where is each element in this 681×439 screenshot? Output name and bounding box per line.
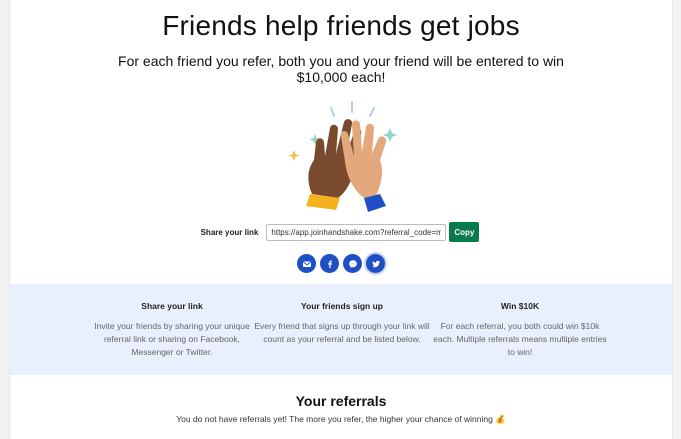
messenger-icon	[348, 259, 357, 268]
messenger-share-button[interactable]	[343, 254, 362, 273]
share-link-row: Share your link Copy	[10, 222, 672, 242]
subtitle-line-2: $10,000 each!	[296, 69, 386, 85]
step-friends-sign-up: Your friends sign up Every friend that s…	[252, 301, 432, 346]
step-title: Share your link	[141, 301, 203, 311]
step-win-10k: Win $10K For each referral, you both cou…	[430, 301, 610, 359]
referral-link-input[interactable]	[266, 223, 447, 241]
step-description: Every friend that signs up through your …	[254, 321, 430, 344]
referrals-empty-message: You do not have referrals yet! The more …	[176, 414, 506, 424]
page-subtitle: For each friend you refer, both you and …	[10, 53, 672, 85]
step-share-link: Share your link Invite your friends by s…	[82, 301, 262, 359]
email-icon	[302, 261, 311, 267]
step-title: Your friends sign up	[300, 301, 383, 311]
email-share-button[interactable]	[297, 254, 316, 273]
facebook-icon	[327, 260, 332, 268]
high-five-illustration	[288, 101, 397, 212]
how-it-works-section: Share your link Invite your friends by s…	[10, 284, 672, 375]
subtitle-line-1: For each friend you refer, both you and …	[118, 53, 564, 69]
share-link-label: Share your link	[200, 227, 259, 237]
social-share-buttons	[10, 254, 672, 273]
referral-page: Friends help friends get jobs For each f…	[9, 0, 673, 439]
twitter-icon	[371, 260, 380, 267]
facebook-share-button[interactable]	[320, 254, 339, 273]
step-description: Invite your friends by sharing your uniq…	[94, 321, 250, 357]
copy-button[interactable]: Copy	[449, 222, 480, 242]
step-title: Win $10K	[500, 301, 540, 311]
page-title: Friends help friends get jobs	[162, 10, 520, 41]
step-description: For each referral, you both could win $1…	[433, 321, 607, 357]
referrals-title: Your referrals	[295, 393, 387, 409]
twitter-share-button[interactable]	[366, 254, 385, 273]
